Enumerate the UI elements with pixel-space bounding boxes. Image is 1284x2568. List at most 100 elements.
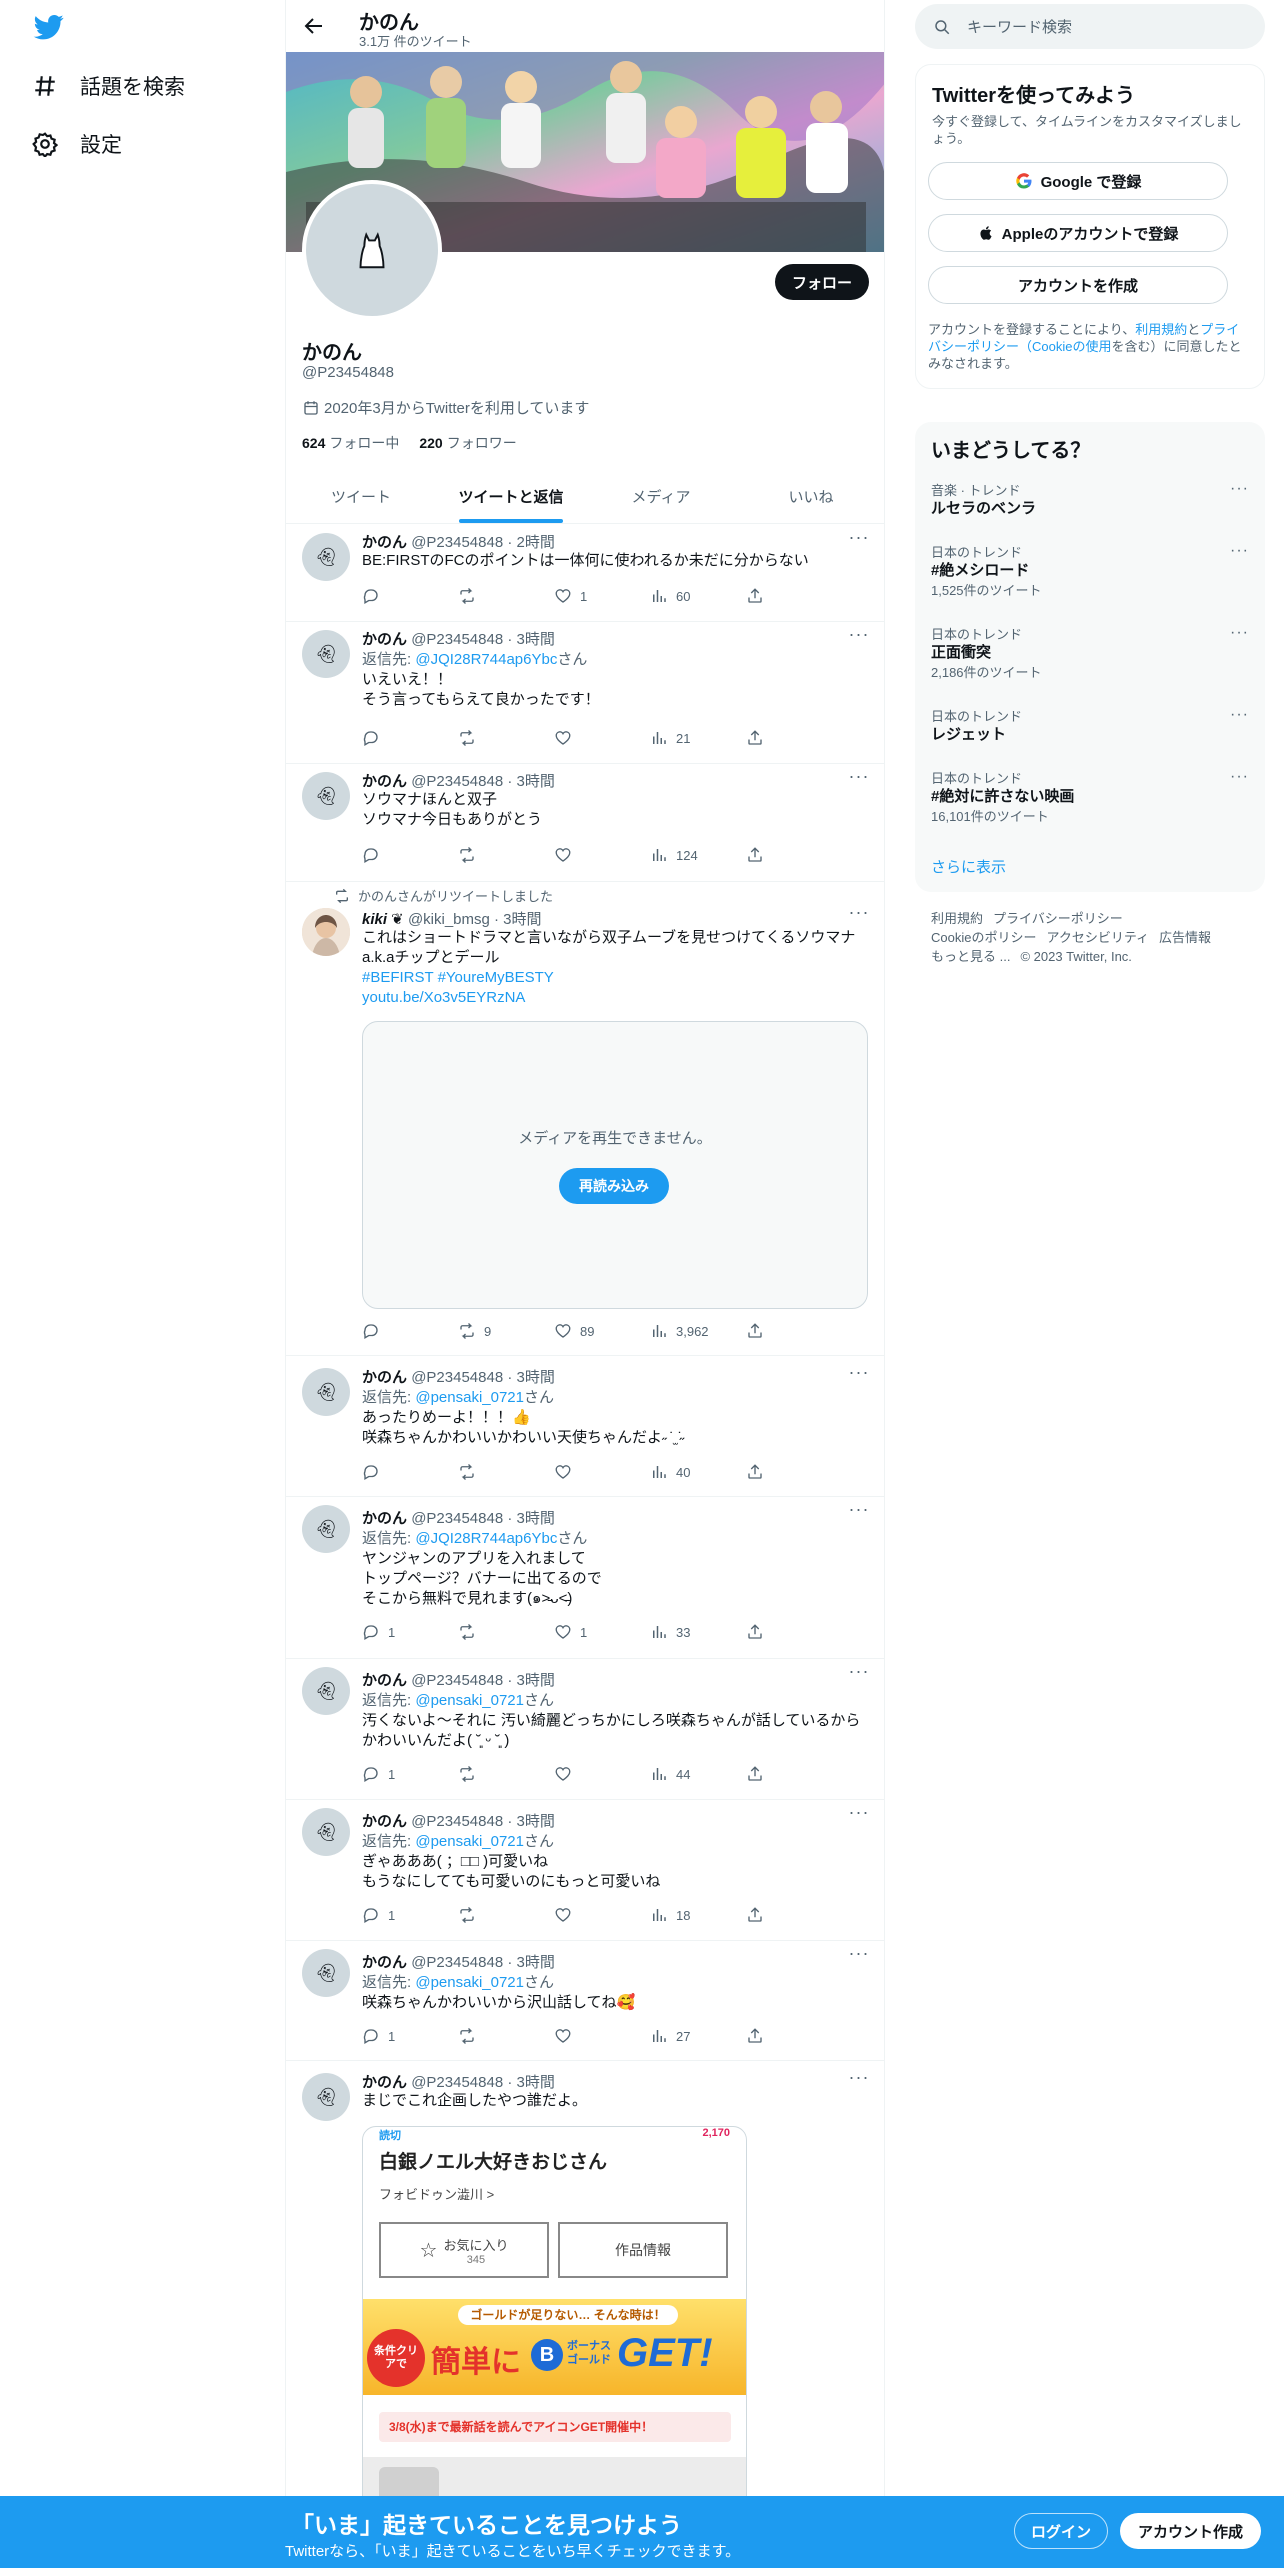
retweet-button[interactable] xyxy=(458,587,484,605)
views-button[interactable]: 60 xyxy=(650,587,690,605)
nav-settings[interactable]: 設定 xyxy=(32,124,122,164)
tweet-author-name[interactable]: かのん xyxy=(362,534,407,551)
tab-tweets[interactable]: ツイート xyxy=(286,470,436,523)
share-button[interactable] xyxy=(746,729,764,747)
share-button[interactable] xyxy=(746,587,764,605)
reply-to-link[interactable]: @JQI28R744ap6Ybc xyxy=(415,1530,557,1547)
retweet-button[interactable] xyxy=(458,1463,484,1481)
profile-avatar[interactable] xyxy=(302,180,442,320)
tweet-author-name[interactable]: かのん xyxy=(362,631,407,648)
like-button[interactable]: 1 xyxy=(554,1623,587,1641)
tweet-author-name[interactable]: かのん xyxy=(362,1813,407,1830)
tweet-avatar[interactable]: 👻︎ xyxy=(302,1808,350,1856)
tweet-handle-time[interactable]: @P23454848 · 3時間 xyxy=(411,631,555,648)
tweet-hashtags[interactable]: #BEFIRST #YoureMyBESTY xyxy=(362,968,870,988)
footer-terms[interactable]: 利用規約 xyxy=(931,911,983,926)
reply-button[interactable]: 1 xyxy=(362,1765,395,1783)
nav-explore[interactable]: 話題を検索 xyxy=(32,66,185,106)
reply-to-link[interactable]: @pensaki_0721 xyxy=(415,1692,524,1709)
tweet-handle-time[interactable]: @kiki_bmsg · 3時間 xyxy=(408,911,542,928)
share-button[interactable] xyxy=(746,1906,764,1924)
tab-media[interactable]: メディア xyxy=(586,470,736,523)
tweet-handle-time[interactable]: @P23454848 · 3時間 xyxy=(411,1954,555,1971)
tweet[interactable]: 👻︎ ··· かのん @P23454848 · 3時間 ソウマナほんと双子 ソウ… xyxy=(286,764,884,882)
tweet-author-name[interactable]: かのん xyxy=(362,2074,407,2091)
tweet-avatar[interactable]: 👻︎ xyxy=(302,772,350,820)
like-button[interactable] xyxy=(554,729,580,747)
reply-button[interactable] xyxy=(362,846,388,864)
reply-button[interactable] xyxy=(362,729,388,747)
footer-accessibility[interactable]: アクセシビリティ xyxy=(1046,930,1149,945)
apple-signup-button[interactable]: Appleのアカウントで登録 xyxy=(928,214,1228,252)
tweet[interactable]: 👻︎ ··· かのん @P23454848 · 3時間 返信先: @JQI28R… xyxy=(286,1497,884,1659)
like-button[interactable] xyxy=(554,1906,580,1924)
follow-button[interactable]: フォロー xyxy=(775,264,869,300)
share-button[interactable] xyxy=(746,1765,764,1783)
reply-button[interactable] xyxy=(362,1322,388,1340)
tab-likes[interactable]: いいね xyxy=(736,470,884,523)
like-button[interactable] xyxy=(554,846,580,864)
create-account-button[interactable]: アカウントを作成 xyxy=(928,266,1228,304)
reload-button[interactable]: 再読み込み xyxy=(559,1168,669,1204)
share-button[interactable] xyxy=(746,1463,764,1481)
search-input[interactable]: キーワード検索 xyxy=(967,16,1072,37)
signup-button[interactable]: アカウント作成 xyxy=(1120,2513,1261,2549)
followers-link[interactable]: 220 フォロワー xyxy=(419,433,516,453)
more-icon[interactable]: ··· xyxy=(1230,480,1249,498)
tweet-avatar[interactable]: 👻︎ xyxy=(302,1505,350,1553)
reply-button[interactable] xyxy=(362,1463,388,1481)
google-signup-button[interactable]: Google で登録 xyxy=(928,162,1228,200)
retweet-button[interactable] xyxy=(458,1906,484,1924)
views-button[interactable]: 44 xyxy=(650,1765,690,1783)
tweet-link[interactable]: youtu.be/Xo3v5EYRzNA xyxy=(362,988,870,1008)
tweet[interactable]: 👻︎ ··· かのん @P23454848 · 2時間 BE:FIRSTのFCの… xyxy=(286,525,884,622)
trend-item[interactable]: 日本のトレンド #絶メシロード 1,525件のツイート ··· xyxy=(931,542,1249,599)
retweet-button[interactable] xyxy=(458,846,484,864)
footer-privacy[interactable]: プライバシーポリシー xyxy=(993,911,1123,926)
tweet-avatar[interactable]: 👻︎ xyxy=(302,1368,350,1416)
trend-item[interactable]: 日本のトレンド 正面衝突 2,186件のツイート ··· xyxy=(931,624,1249,681)
retweet-button[interactable] xyxy=(458,729,484,747)
login-button[interactable]: ログイン xyxy=(1014,2513,1108,2549)
tab-tweets-and-replies[interactable]: ツイートと返信 xyxy=(436,470,586,523)
retweet-button[interactable] xyxy=(458,2027,484,2045)
reply-to-link[interactable]: @pensaki_0721 xyxy=(415,1389,524,1406)
tweet[interactable]: 👻︎ ··· かのん @P23454848 · 3時間 返信先: @pensak… xyxy=(286,1356,884,1497)
views-button[interactable]: 124 xyxy=(650,846,698,864)
trend-item[interactable]: 日本のトレンド レジェット ··· xyxy=(931,706,1249,744)
tweet-avatar[interactable] xyxy=(302,908,350,956)
retweet-button[interactable] xyxy=(458,1765,484,1783)
tweet[interactable]: 👻︎ ··· かのん @P23454848 · 3時間 返信先: @JQI28R… xyxy=(286,622,884,764)
share-button[interactable] xyxy=(746,1623,764,1641)
reply-to-link[interactable]: @pensaki_0721 xyxy=(415,1974,524,1991)
more-icon[interactable]: ··· xyxy=(1230,624,1249,642)
views-button[interactable]: 40 xyxy=(650,1463,690,1481)
tweet-avatar[interactable]: 👻︎ xyxy=(302,533,350,581)
tweet-handle-time[interactable]: @P23454848 · 3時間 xyxy=(411,2074,555,2091)
reply-to-link[interactable]: @pensaki_0721 xyxy=(415,1833,524,1850)
retweet-button[interactable]: 9 xyxy=(458,1322,491,1340)
tweet-author-name[interactable]: かのん xyxy=(362,1369,407,1386)
share-button[interactable] xyxy=(746,846,764,864)
reply-button[interactable]: 1 xyxy=(362,1623,395,1641)
like-button[interactable] xyxy=(554,1765,580,1783)
tweet-handle-time[interactable]: @P23454848 · 3時間 xyxy=(411,1813,555,1830)
twitter-logo-icon[interactable] xyxy=(32,12,66,42)
tweet-handle-time[interactable]: @P23454848 · 3時間 xyxy=(411,1510,555,1527)
tweet-author-name[interactable]: かのん xyxy=(362,773,407,790)
tweet[interactable]: 👻︎ ··· かのん @P23454848 · 3時間 まじでこれ企画したやつ誰… xyxy=(286,2061,884,2568)
tweet-avatar[interactable]: 👻︎ xyxy=(302,630,350,678)
like-button[interactable] xyxy=(554,2027,580,2045)
tweet[interactable]: 👻︎ ··· かのん @P23454848 · 3時間 返信先: @pensak… xyxy=(286,1659,884,1800)
like-button[interactable] xyxy=(554,1463,580,1481)
terms-link[interactable]: 利用規約 xyxy=(1135,322,1187,337)
tweet-avatar[interactable]: 👻︎ xyxy=(302,1667,350,1715)
tweet-retweet[interactable]: かのんさんがリツイートしました ··· kiki ❦ @kiki_bmsg · … xyxy=(286,882,884,1356)
tweet-author-name[interactable]: kiki ❦ xyxy=(362,911,404,928)
views-button[interactable]: 27 xyxy=(650,2027,690,2045)
share-button[interactable] xyxy=(746,2027,764,2045)
tweet-image[interactable]: 読切 2,170 白銀ノエル大好きおじさん フォビドゥン澁川 > ☆ お気に入り… xyxy=(362,2126,747,2526)
share-button[interactable] xyxy=(746,1322,764,1340)
tweet-handle-time[interactable]: @P23454848 · 3時間 xyxy=(411,1369,555,1386)
views-button[interactable]: 21 xyxy=(650,729,690,747)
